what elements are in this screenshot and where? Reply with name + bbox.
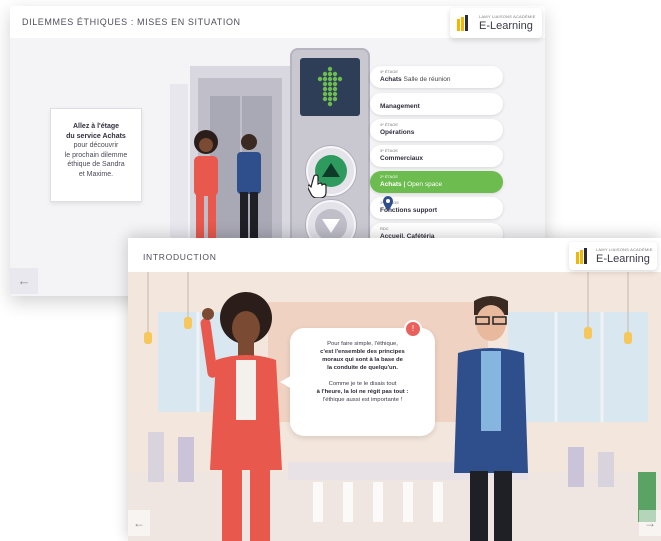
floor-dept-sub: Open space [407,181,443,188]
next-button[interactable]: → [639,510,661,536]
bubble-line-text: c'est l'ensemble des principes [320,349,405,355]
floor-level: 3ᵉ ÉTAGE [380,148,399,153]
bubble-line-text: à l'heure, la loi ne régit pas tout : [316,389,409,395]
instruction-line: pour découvrir [73,142,119,149]
floor-dept-name: Achats [380,76,402,83]
floor-dept-name: Commerciaux [380,155,423,162]
speech-bubble: Pour faire simple, l'éthique, c'est l'en… [280,328,435,436]
bubble-line: Pour faire simple, l'éthique, [327,341,398,347]
hand-cursor-icon [308,174,327,198]
floor-item[interactable]: 4ᵉ ÉTAGE Achats Salle de réunion [370,66,503,88]
instruction-card: Allez à l'étage du service Achats pour d… [50,108,142,202]
floor-item[interactable]: 4ᵉ ÉTAGE Opérations [370,119,503,141]
man-character [454,296,528,541]
down-button-face [315,209,347,241]
floor-dept-name: Achats [380,181,402,188]
brand-logo: LAMY LIAISONS ACADÉMIE E-Learning [450,8,542,38]
previous-button[interactable]: ← [10,268,38,294]
bubble-line: moraux qui sont à la base de [296,356,429,364]
previous-button[interactable]: ← [128,510,150,536]
slide-header: INTRODUCTION LAMY LIAISONS ACADÉMIE E-Le… [128,238,661,272]
floor-level: 4ᵉ ÉTAGE [380,122,399,127]
triangle-down-icon [322,219,340,233]
logo-mark-icon [576,248,587,264]
floor-level: RDC [380,226,389,231]
brand-logo: LAMY LIAISONS ACADÉMIE E-Learning [569,242,657,270]
instruction-line: éthique de Sandra [67,161,125,168]
instruction-line: du service Achats [66,132,126,140]
bubble-line: c'est l'ensemble des principes [296,348,429,356]
bubble-line: la conduite de quelqu'un. [296,364,429,372]
up-arrow-display-icon [317,66,343,107]
bubble-line: l'éthique aussi est importante ! [322,397,403,403]
floor-dept-name: Opérations [380,129,415,136]
floor-item-active[interactable]: 2ᵉ ÉTAGE Achats | Open space [370,171,503,193]
logo-main-text: E-Learning [596,253,650,265]
instruction-line: et Maxime. [78,170,114,178]
arrow-left-icon: ← [17,273,31,288]
floor-level: 2ᵉ ÉTAGE [380,174,399,179]
logo-small-text: LAMY LIAISONS ACADÉMIE [596,247,653,252]
floor-dept-sub: Salle de réunion [403,76,451,83]
floor-display [300,58,360,116]
floor-dept: Opérations [380,129,414,136]
woman-character [200,292,282,541]
bubble-tail [280,374,294,390]
slide-title: INTRODUCTION [143,252,217,262]
floor-dept: Achats Salle de réunion [380,76,450,83]
logo-small-text: LAMY LIAISONS ACADÉMIE [479,14,536,19]
floor-dept-name: Management [380,103,420,110]
slide-title: DILEMMES ÉTHIQUES : MISES EN SITUATION [22,17,241,27]
floor-item[interactable]: 3ᵉ ÉTAGE Commerciaux [370,145,503,167]
floor-item[interactable]: Management [370,93,503,115]
bubble-line: Comme je te le disais tout [328,381,397,387]
floor-level: 4ᵉ ÉTAGE [380,69,399,74]
logo-mark-icon [457,15,468,31]
logo-main-text: E-Learning [479,20,533,32]
introduction-slide: INTRODUCTION LAMY LIAISONS ACADÉMIE E-Le… [128,238,661,541]
location-pin-icon [383,196,393,211]
lightbulb-icon: ! [404,320,422,338]
arrow-right-icon: → [644,516,656,530]
man-character [237,134,261,250]
floor-dept: Achats | Open space [380,181,443,188]
bubble-line-text: la conduite de quelqu'un. [327,365,398,371]
floor-dept: Commerciaux [380,155,423,162]
instruction-line: Allez à l'étage [72,123,120,130]
woman-character [194,130,218,246]
floor-dept: Management [380,103,420,110]
bubble-line-text: moraux qui sont à la base de [322,357,403,363]
arrow-left-icon: ← [133,516,145,530]
bubble-line: à l'heure, la loi ne régit pas tout : [296,388,429,396]
instruction-line: le prochain dilemme [64,151,128,159]
